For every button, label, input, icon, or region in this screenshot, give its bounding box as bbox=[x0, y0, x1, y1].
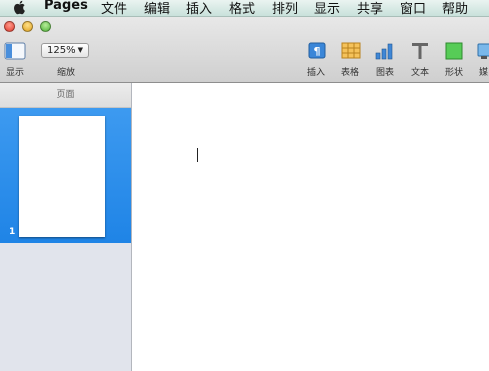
page-thumbnail[interactable] bbox=[19, 116, 105, 237]
zoom-dropdown[interactable]: 125% ▼ bbox=[41, 43, 89, 58]
menu-arrange[interactable]: 排列 bbox=[272, 0, 298, 16]
menu-view[interactable]: 显示 bbox=[314, 0, 340, 16]
table-icon[interactable] bbox=[340, 41, 362, 61]
view-button-label: 显示 bbox=[6, 68, 25, 78]
bar-chart-icon[interactable] bbox=[374, 41, 396, 61]
paragraph-insert-icon[interactable]: ¶ bbox=[306, 41, 328, 61]
menu-format[interactable]: 格式 bbox=[229, 0, 255, 16]
view-sidebar-icon[interactable] bbox=[4, 42, 26, 60]
table-tool-label: 表格 bbox=[341, 68, 360, 78]
page-thumbnails-sidebar: 页面 1 bbox=[0, 83, 132, 371]
page-thumbnail-row-selected[interactable]: 1 bbox=[0, 108, 131, 243]
shape-square-icon[interactable] bbox=[443, 41, 465, 61]
zoom-window-button[interactable] bbox=[40, 21, 51, 32]
zoom-value: 125% bbox=[47, 45, 76, 56]
document-canvas[interactable] bbox=[132, 83, 489, 371]
menu-bar: Pages 文件 编辑 插入 格式 排列 显示 共享 窗口 帮助 bbox=[0, 0, 489, 17]
close-window-button[interactable] bbox=[4, 21, 15, 32]
menu-insert[interactable]: 插入 bbox=[186, 0, 212, 16]
chart-tool-label: 图表 bbox=[376, 68, 395, 78]
menu-file[interactable]: 文件 bbox=[101, 0, 127, 16]
menu-window[interactable]: 窗口 bbox=[400, 0, 426, 16]
menu-edit[interactable]: 编辑 bbox=[144, 0, 170, 16]
media-icon[interactable] bbox=[476, 41, 489, 61]
menu-help[interactable]: 帮助 bbox=[442, 0, 468, 16]
text-cursor bbox=[197, 148, 198, 162]
chevron-down-icon: ▼ bbox=[77, 46, 83, 54]
zoom-label: 缩放 bbox=[57, 68, 76, 78]
minimize-window-button[interactable] bbox=[22, 21, 33, 32]
svg-text:¶: ¶ bbox=[314, 45, 321, 58]
window-toolbar: 显示 125% ▼ 缩放 ¶ 插入 表格 图表 文本 形状 媒 bbox=[0, 17, 489, 83]
shape-tool-label: 形状 bbox=[445, 68, 464, 78]
media-tool-label: 媒 bbox=[479, 68, 489, 78]
text-tool-label: 文本 bbox=[411, 68, 430, 78]
apple-logo-icon[interactable] bbox=[12, 0, 28, 15]
page-number: 1 bbox=[9, 227, 16, 237]
insert-tool-label: 插入 bbox=[307, 68, 326, 78]
app-name-menu[interactable]: Pages bbox=[44, 0, 88, 13]
menu-share[interactable]: 共享 bbox=[357, 0, 383, 16]
sidebar-header: 页面 bbox=[0, 83, 131, 108]
text-T-icon[interactable] bbox=[409, 41, 431, 61]
